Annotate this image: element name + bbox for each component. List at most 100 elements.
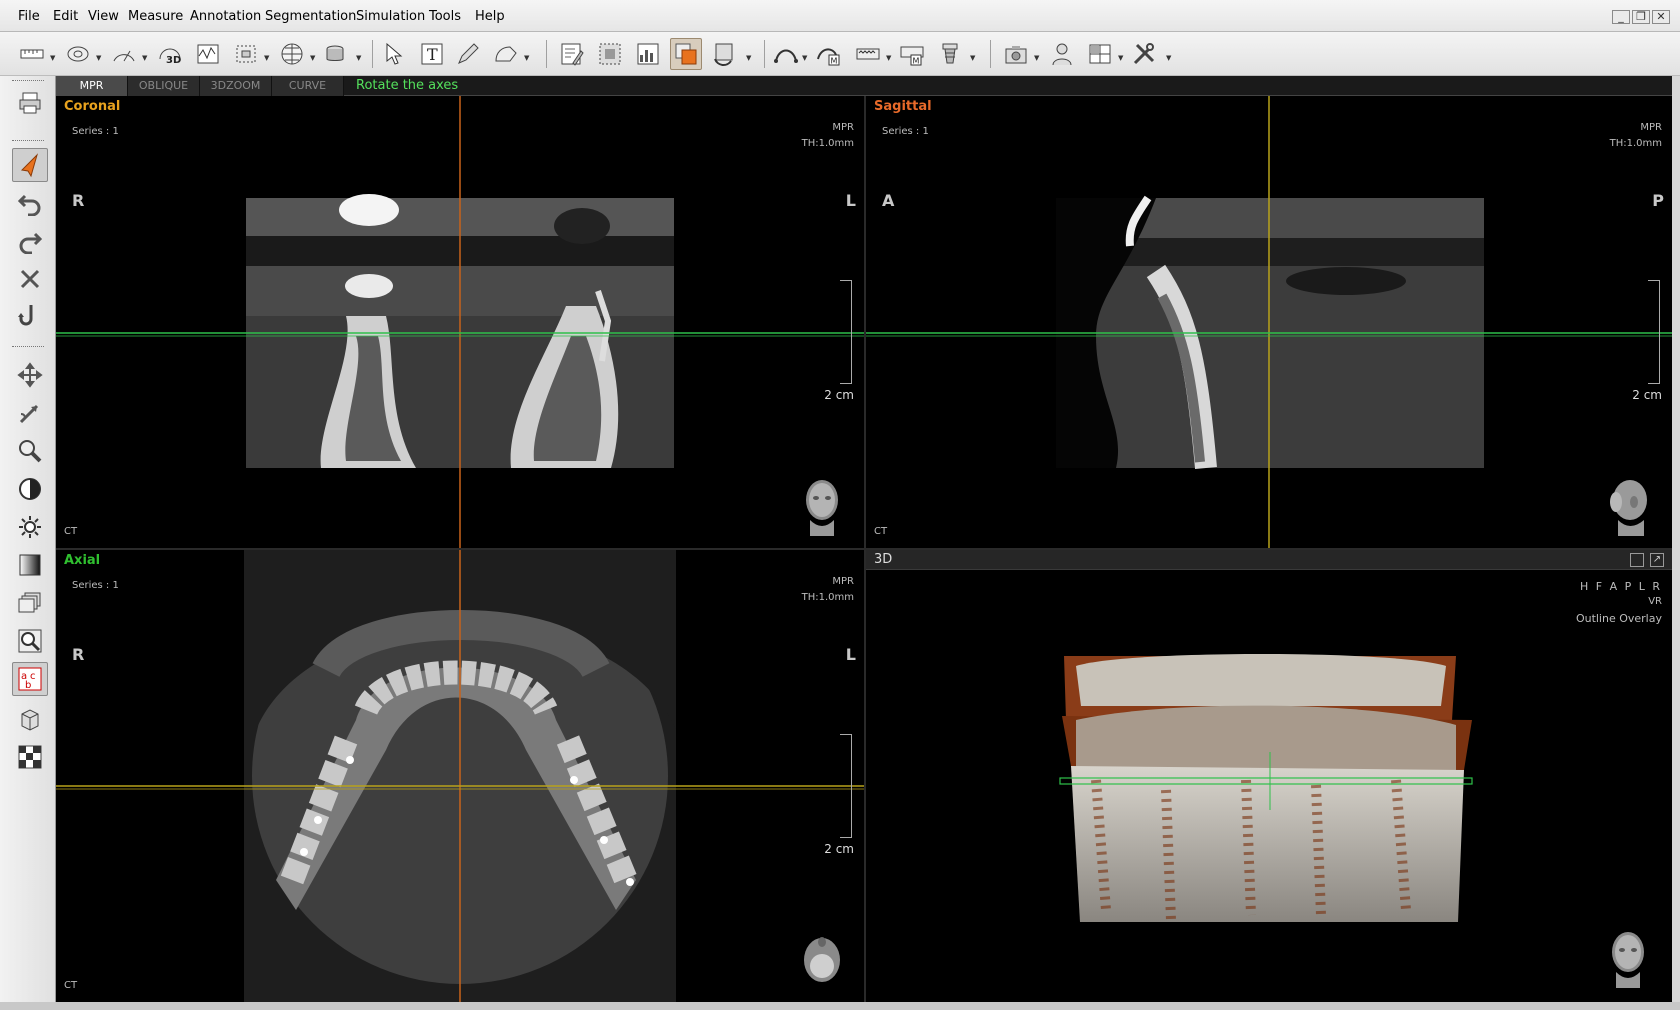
restore-button[interactable]: ❐ <box>1632 10 1650 24</box>
menu-help[interactable]: Help <box>475 9 505 24</box>
coronal-scale-label: 2 cm <box>824 388 854 402</box>
3d-box-icon[interactable] <box>12 702 48 736</box>
3d-render-mode: VR <box>1648 596 1662 607</box>
main-toolbar: ▼ ▼ ▼ 3D ▼ ▼ ▼ T ▼ ▼ ▼ M ▼ M ▼ ▼ ▼ ▼ <box>0 32 1680 76</box>
tab-curve[interactable]: CURVE <box>272 76 344 96</box>
menu-measure[interactable]: Measure <box>128 9 183 24</box>
histogram-icon[interactable] <box>632 38 664 70</box>
view-tab-bar: MPR OBLIQUE 3DZOOM CURVE Rotate the axes <box>56 76 1672 96</box>
tab-oblique[interactable]: OBLIQUE <box>128 76 200 96</box>
menu-annotation[interactable]: Annotation <box>190 9 261 24</box>
rotate-axis-icon[interactable] <box>12 298 48 332</box>
ruler-icon[interactable] <box>16 38 48 70</box>
svg-text:T: T <box>427 45 438 64</box>
undo-icon[interactable] <box>12 186 48 220</box>
sagittal-ct-image <box>866 96 1672 548</box>
region-icon[interactable] <box>594 38 626 70</box>
coronal-ct-image <box>56 96 864 548</box>
volume-3d-viewport[interactable]: 3D ↗ H F A P L R VR Outline Overlay <box>866 550 1672 1002</box>
3d-orient-letters: H F A P L R <box>1579 580 1662 593</box>
curve-icon[interactable] <box>770 38 802 70</box>
print-icon[interactable] <box>12 86 48 120</box>
coronal-orient-left: R <box>72 191 85 210</box>
coronal-orient-right: L <box>845 191 856 210</box>
menu-view[interactable]: View <box>88 9 119 24</box>
overlay-layers-icon[interactable] <box>670 38 702 70</box>
sagittal-mode: MPR <box>1640 122 1662 133</box>
menu-tools[interactable]: Tools <box>429 9 461 24</box>
contrast-icon[interactable] <box>12 472 48 506</box>
axial-orient-left: R <box>72 645 85 664</box>
patient-icon[interactable] <box>1046 38 1078 70</box>
magnify-icon[interactable] <box>12 624 48 658</box>
checker-icon[interactable] <box>12 740 48 774</box>
menu-segmentation[interactable]: Segmentation <box>265 9 356 24</box>
brightness-icon[interactable] <box>12 510 48 544</box>
delete-icon[interactable] <box>12 262 48 296</box>
bottom-frame <box>0 1002 1680 1010</box>
3d-volume-render <box>1059 654 1473 922</box>
coronal-series: Series : 1 <box>72 126 119 137</box>
gradient-icon[interactable] <box>12 548 48 582</box>
edit-report-icon[interactable] <box>556 38 588 70</box>
coronal-viewport[interactable]: Coronal Series : 1 MPR TH:1.0mm R L 2 cm… <box>56 96 864 548</box>
settings-tools-icon[interactable] <box>1128 38 1160 70</box>
shape-tool-icon[interactable] <box>490 38 522 70</box>
camera-icon[interactable] <box>1000 38 1032 70</box>
menu-file[interactable]: File <box>18 9 40 24</box>
tab-3dzoom[interactable]: 3DZOOM <box>200 76 272 96</box>
layout-icon[interactable] <box>1084 38 1116 70</box>
rotate-reset-icon[interactable] <box>708 38 740 70</box>
svg-text:M: M <box>913 57 920 66</box>
sagittal-modality: CT <box>874 526 888 537</box>
3d-volume-icon[interactable]: 3D <box>154 38 186 70</box>
svg-text:M: M <box>831 57 838 66</box>
stack-icon[interactable] <box>12 586 48 620</box>
3d-title: 3D <box>874 552 893 567</box>
axial-viewport[interactable]: Axial Series : 1 MPR TH:1.0mm R L 2 cm C… <box>56 550 864 1002</box>
minimize-button[interactable]: _ <box>1612 10 1630 24</box>
menu-bar: File Edit View Measure Annotation Segmen… <box>0 0 1680 32</box>
scroll-icon[interactable] <box>12 396 48 430</box>
coronal-mode: MPR <box>832 122 854 133</box>
roi-box-icon[interactable] <box>230 38 262 70</box>
tape-measure-icon[interactable] <box>62 38 94 70</box>
pencil-icon[interactable] <box>452 38 484 70</box>
grid-layout-icon[interactable] <box>1630 553 1644 567</box>
sagittal-series: Series : 1 <box>882 126 929 137</box>
text-tool-icon[interactable]: T <box>416 38 448 70</box>
profile-graph-icon[interactable] <box>192 38 224 70</box>
axial-modality: CT <box>64 980 78 991</box>
annotation-text-icon[interactable]: acb <box>12 662 48 696</box>
select-arrow-icon[interactable] <box>378 38 410 70</box>
sagittal-scale-bar <box>1648 280 1660 384</box>
coronal-thickness: TH:1.0mm <box>801 138 854 149</box>
menu-simulation[interactable]: Simulation <box>356 9 425 24</box>
grid-icon[interactable] <box>276 38 308 70</box>
sagittal-orient-right: P <box>1652 191 1664 210</box>
maximize-icon[interactable]: ↗ <box>1650 553 1664 567</box>
menu-edit[interactable]: Edit <box>53 9 78 24</box>
panoramic-m-icon[interactable]: M <box>896 38 928 70</box>
3d-header: 3D ↗ <box>866 550 1672 570</box>
cylinder-icon[interactable] <box>320 38 352 70</box>
panoramic-icon[interactable] <box>852 38 884 70</box>
3d-overlay-label: Outline Overlay <box>1575 612 1662 625</box>
angle-icon[interactable] <box>108 38 140 70</box>
close-button[interactable]: ✕ <box>1652 10 1670 24</box>
redo-icon[interactable] <box>12 224 48 258</box>
zoom-icon[interactable] <box>12 434 48 468</box>
curve-m-icon[interactable]: M <box>812 38 844 70</box>
head-orientation-3d-icon <box>1612 932 1644 988</box>
right-frame <box>1672 76 1680 1010</box>
sagittal-title: Sagittal <box>874 99 932 114</box>
implant-icon[interactable] <box>934 38 966 70</box>
sagittal-viewport[interactable]: Sagittal Series : 1 MPR TH:1.0mm A P 2 c… <box>866 96 1672 548</box>
tab-mpr[interactable]: MPR <box>56 76 128 96</box>
head-orientation-top-icon <box>804 937 840 982</box>
sagittal-scale-label: 2 cm <box>1632 388 1662 402</box>
pointer-icon[interactable] <box>12 148 48 182</box>
viewport-divider-vertical[interactable] <box>864 96 866 1002</box>
pan-icon[interactable] <box>12 358 48 392</box>
head-orientation-side-icon <box>1610 480 1647 536</box>
